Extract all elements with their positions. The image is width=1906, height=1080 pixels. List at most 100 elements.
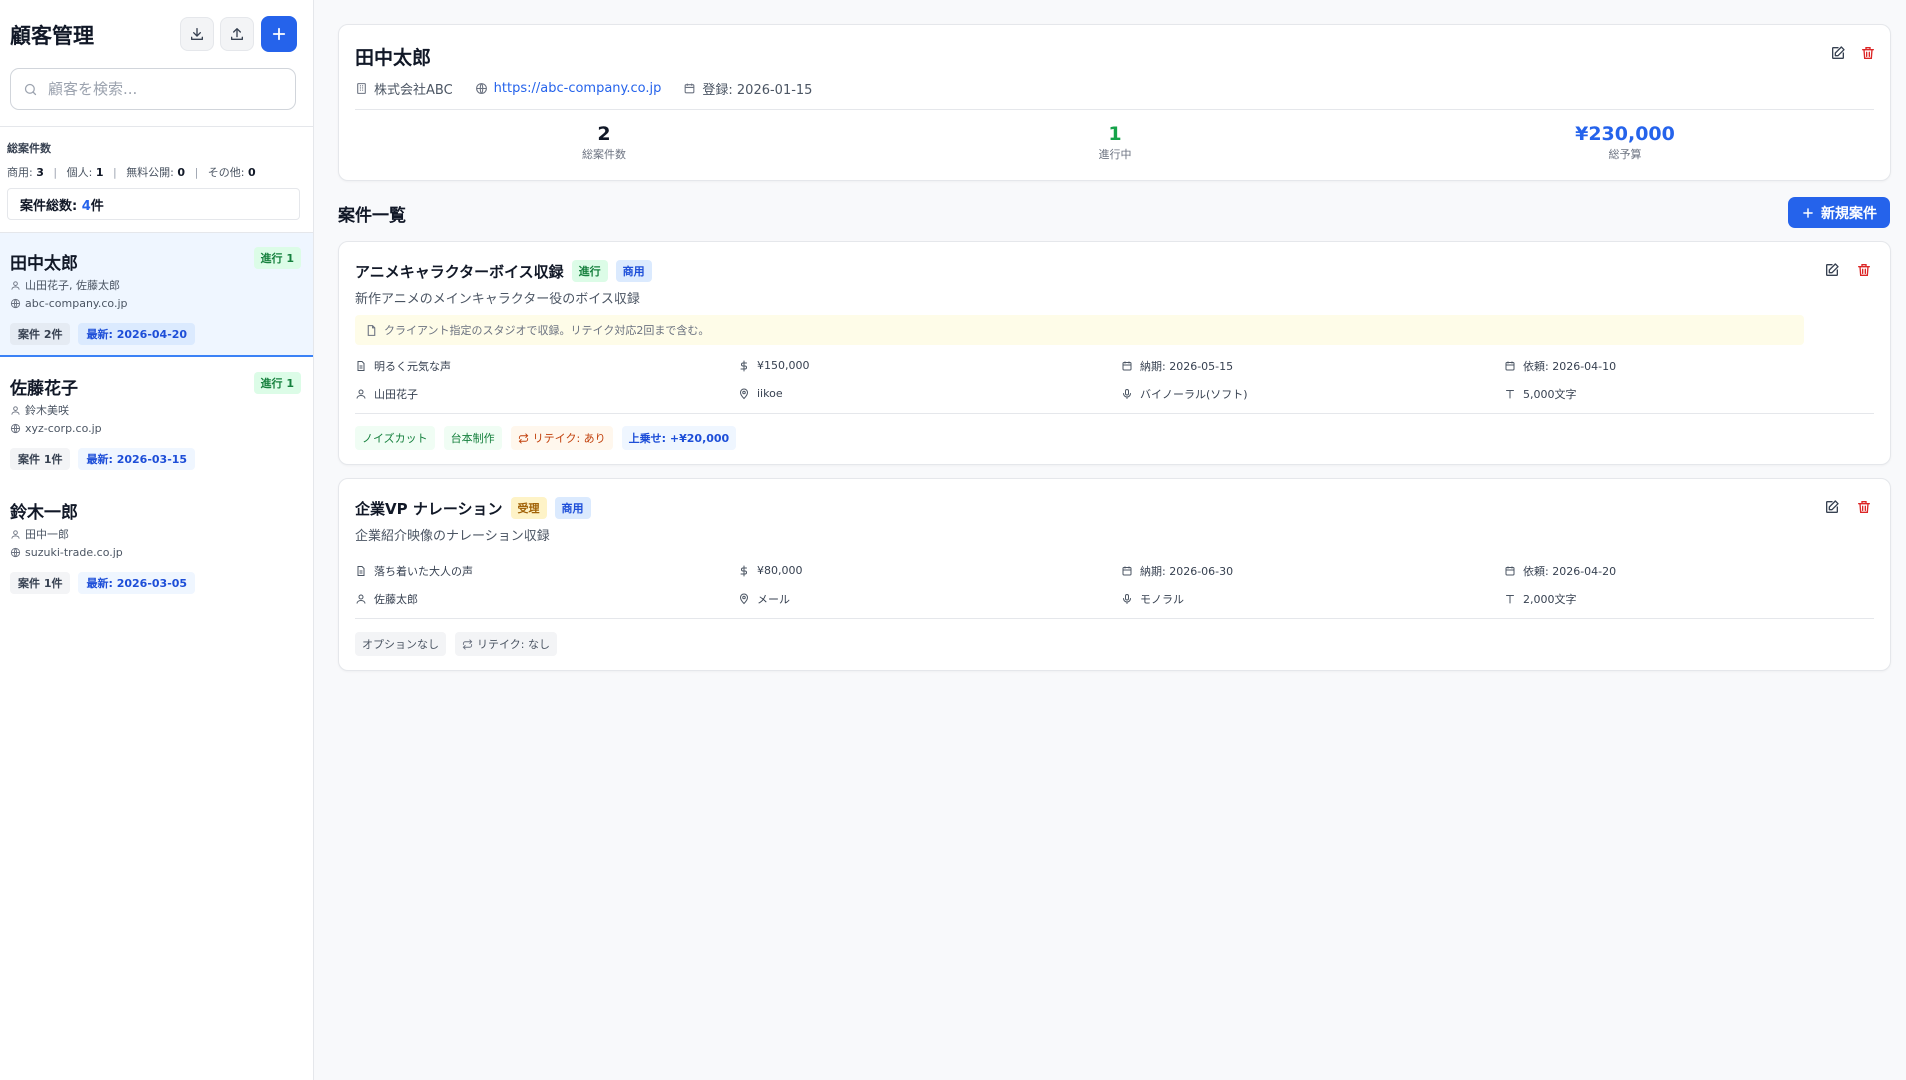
location-text: iikoe — [757, 387, 783, 400]
personal-label: 個人: — [66, 166, 93, 179]
contacts-text: 山田花子, 佐藤太郎 — [25, 279, 120, 292]
new-project-label: 新規案件 — [1821, 205, 1877, 222]
latest-date: 最新: 2026-03-15 — [78, 448, 196, 470]
contact-person: 佐藤太郎 — [355, 591, 738, 606]
plus-icon — [272, 27, 286, 41]
audio-text: バイノーラル(ソフト) — [1140, 387, 1248, 401]
document-icon — [357, 565, 365, 576]
deadline-text: 納期: 2026-05-15 — [1140, 359, 1234, 373]
website-link[interactable]: https://abc-company.co.jp — [494, 81, 662, 96]
contact-text: 山田花子 — [374, 387, 418, 401]
status-badge: 進行 1 — [253, 372, 301, 394]
user-icon — [356, 594, 366, 604]
request-text: 依頼: 2026-04-10 — [1523, 359, 1617, 373]
globe-icon — [10, 298, 21, 309]
extra-fee-tag: 上乗せ: +¥20,000 — [621, 426, 737, 450]
voice-text: 落ち着いた大人の声 — [374, 564, 473, 578]
calendar-icon — [1505, 361, 1515, 370]
project-card: 企業VP ナレーション 受理 商用 企業紹介映像のナレーション収録 落ち着いた大… — [338, 478, 1891, 671]
customer-contacts: 山田花子, 佐藤太郎 — [10, 277, 120, 293]
commercial-count: 3 — [36, 166, 44, 179]
edit-customer-button[interactable] — [1830, 45, 1846, 61]
stat-in-progress: 1 進行中 — [1015, 123, 1215, 162]
calendar-icon — [685, 83, 695, 94]
calendar-icon — [1122, 566, 1132, 575]
edit-project-button[interactable] — [1824, 499, 1840, 515]
delete-project-button[interactable] — [1856, 262, 1872, 278]
customer-search[interactable] — [10, 68, 296, 110]
retake-tag: リテイク: あり — [510, 426, 613, 450]
dollar-icon — [740, 360, 747, 371]
character-count: 2,000文字 — [1504, 591, 1875, 606]
deadline: 納期: 2026-05-15 — [1121, 358, 1504, 373]
project-details: 明るく元気な声 ¥150,000 納期: 2026-05-15 依頼: 2026… — [355, 358, 1875, 401]
repeat-icon — [462, 638, 473, 650]
project-tags: ノイズカット 台本制作 リテイク: あり 上乗せ: +¥20,000 — [355, 426, 737, 450]
customer-site: xyz-corp.co.jp — [10, 422, 102, 435]
stat-total-budget: ¥230,000 総予算 — [1525, 123, 1725, 162]
edit-icon — [1832, 46, 1845, 59]
trash-icon — [1858, 501, 1870, 513]
separator: | — [194, 166, 199, 179]
separator: | — [112, 166, 117, 179]
divider — [355, 618, 1874, 619]
trash-icon — [1858, 264, 1870, 276]
new-project-button[interactable]: 新規案件 — [1788, 197, 1890, 228]
customer-tags: 案件 1件 最新: 2026-03-05 — [10, 572, 196, 594]
add-customer-button[interactable] — [261, 16, 297, 52]
customer-tags: 案件 2件 最新: 2026-04-20 — [10, 323, 196, 345]
audio-text: モノラル — [1140, 592, 1184, 606]
upload-button[interactable] — [220, 17, 254, 51]
customer-contacts: 鈴木美咲 — [10, 402, 69, 418]
customer-detail-name: 田中太郎 — [355, 47, 432, 69]
contact-person: 山田花子 — [355, 386, 738, 401]
customer-name: 佐藤花子 — [10, 379, 78, 399]
delete-customer-button[interactable] — [1860, 45, 1876, 61]
download-button[interactable] — [180, 17, 214, 51]
total-count: 4 — [81, 199, 91, 214]
calendar-icon — [1122, 361, 1132, 370]
stat-label: 総予算 — [1608, 148, 1642, 161]
delete-project-button[interactable] — [1856, 499, 1872, 515]
note-text: クライアント指定のスタジオで収録。リテイク対応2回まで含む。 — [384, 324, 710, 337]
project-card: アニメキャラクターボイス収録 進行 商用 新作アニメのメインキャラクター役のボイ… — [338, 241, 1891, 465]
stat-label: 進行中 — [1098, 148, 1132, 161]
project-title: アニメキャラクターボイス収録 — [355, 262, 564, 281]
divider — [0, 126, 314, 127]
dollar-icon — [740, 565, 747, 576]
project-title: 企業VP ナレーション — [355, 499, 503, 518]
registered-info: 登録: 2026-01-15 — [683, 79, 812, 98]
user-icon — [11, 405, 20, 415]
user-icon — [11, 529, 20, 539]
free-count: 0 — [177, 166, 186, 179]
customer-item-tanaka[interactable]: 田中太郎 進行 1 山田花子, 佐藤太郎 abc-company.co.jp 案… — [0, 233, 313, 357]
user-icon — [356, 389, 366, 399]
customer-item-sato[interactable]: 佐藤花子 進行 1 鈴木美咲 xyz-corp.co.jp 案件 1件 最新: … — [0, 358, 313, 482]
project-category-badge: 商用 — [554, 497, 591, 519]
project-actions — [1824, 499, 1872, 515]
edit-project-button[interactable] — [1824, 262, 1840, 278]
document-icon — [367, 324, 376, 336]
project-details: 落ち着いた大人の声 ¥80,000 納期: 2026-06-30 依頼: 202… — [355, 563, 1875, 606]
deadline-text: 納期: 2026-06-30 — [1140, 564, 1234, 578]
category-counts: 商用: 3 | 個人: 1 | 無料公開: 0 | その他: 0 — [7, 164, 256, 180]
noise-cut-tag: ノイズカット — [355, 426, 435, 450]
customer-actions — [1830, 45, 1876, 61]
customer-item-suzuki[interactable]: 鈴木一郎 田中一郎 suzuki-trade.co.jp 案件 1件 最新: 2… — [0, 482, 313, 606]
company-name: 株式会社ABC — [374, 83, 453, 98]
trash-icon — [1862, 47, 1874, 59]
audio-format: バイノーラル(ソフト) — [1121, 386, 1504, 401]
microphone-icon — [1123, 388, 1131, 399]
edit-icon — [1826, 263, 1839, 276]
request-date: 依頼: 2026-04-20 — [1504, 563, 1875, 578]
site-text: suzuki-trade.co.jp — [25, 546, 123, 559]
repeat-icon — [518, 432, 528, 444]
site-text: abc-company.co.jp — [25, 297, 128, 310]
separator: | — [53, 166, 58, 179]
globe-icon — [10, 423, 21, 434]
edit-icon — [1826, 500, 1839, 513]
location: iikoe — [738, 386, 1121, 401]
search-input[interactable] — [48, 80, 278, 98]
character-count: 5,000文字 — [1504, 386, 1875, 401]
request-text: 依頼: 2026-04-20 — [1523, 564, 1617, 578]
